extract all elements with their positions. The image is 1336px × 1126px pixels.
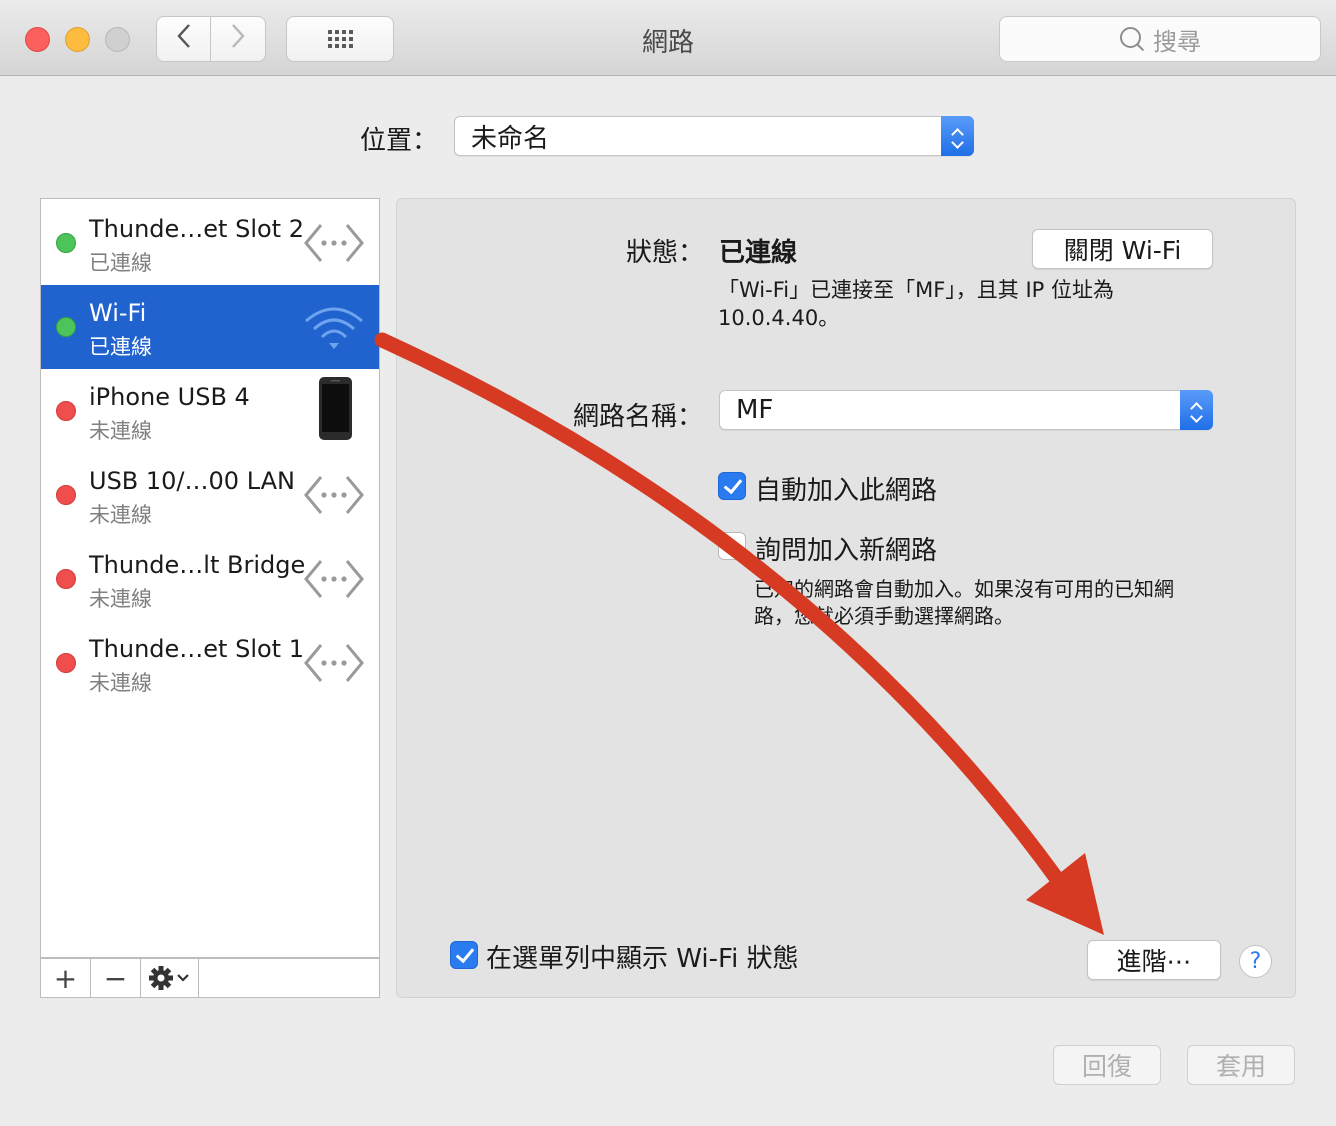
service-status: 未連線 xyxy=(89,419,152,443)
status-description-line: 「Wi-Fi」已連接至「MF」，且其 IP 位址為 xyxy=(718,278,1115,302)
location-popup[interactable]: 未命名 xyxy=(454,116,974,156)
service-status: 已連線 xyxy=(89,251,152,275)
service-name: USB 10/…00 LAN xyxy=(89,467,295,495)
status-dot-connected xyxy=(56,317,76,337)
ethernet-icon xyxy=(304,224,364,262)
service-item-thunderbolt-bridge[interactable]: Thunde…lt Bridge 未連線 xyxy=(41,537,379,621)
iphone-icon xyxy=(319,377,352,440)
service-item-iphone-usb[interactable]: iPhone USB 4 未連線 xyxy=(41,369,379,453)
wifi-icon xyxy=(305,307,363,349)
ask-join-description-line: 已知的網路會自動加入。如果沒有可用的已知網 xyxy=(754,577,1174,601)
service-status: 未連線 xyxy=(89,587,152,611)
apply-button[interactable]: 套用 xyxy=(1187,1045,1295,1085)
ask-join-description: 已知的網路會自動加入。如果沒有可用的已知網 路，您就必須手動選擇網路。 xyxy=(754,576,1194,630)
status-label: 狀態： xyxy=(626,238,705,268)
auto-join-checkbox[interactable] xyxy=(718,472,746,500)
service-status: 未連線 xyxy=(89,671,152,695)
ethernet-icon xyxy=(304,644,364,682)
network-name-popup[interactable]: MF xyxy=(719,390,1213,430)
status-value: 已連線 xyxy=(719,238,798,268)
ethernet-icon xyxy=(304,560,364,598)
network-name-label: 網路名稱： xyxy=(573,402,704,432)
service-list[interactable]: Thunde…et Slot 2 已連線 Wi-Fi 已連線 iPhone US… xyxy=(40,198,380,958)
help-button[interactable]: ? xyxy=(1239,945,1272,978)
ask-join-label: 詢問加入新網路 xyxy=(755,536,938,566)
title-bar: 網路 搜尋 xyxy=(0,0,1336,76)
service-item-usb-lan[interactable]: USB 10/…00 LAN 未連線 xyxy=(41,453,379,537)
ethernet-icon xyxy=(304,476,364,514)
popup-arrows-icon xyxy=(1180,390,1213,430)
search-placeholder: 搜尋 xyxy=(1153,27,1201,56)
service-name: iPhone USB 4 xyxy=(89,383,250,411)
show-in-menubar-checkbox[interactable] xyxy=(450,941,478,969)
status-dot-connected xyxy=(56,233,76,253)
revert-button[interactable]: 回復 xyxy=(1053,1045,1161,1085)
service-status: 未連線 xyxy=(89,503,152,527)
ask-join-description-line: 路，您就必須手動選擇網路。 xyxy=(754,604,1014,628)
auto-join-label: 自動加入此網路 xyxy=(755,476,938,506)
search-icon xyxy=(1119,26,1145,52)
status-dot-disconnected xyxy=(56,485,76,505)
popup-arrows-icon xyxy=(941,116,974,156)
network-name-value: MF xyxy=(736,395,774,425)
service-name: Thunde…et Slot 1 xyxy=(89,635,304,663)
location-label: 位置： xyxy=(360,126,439,156)
service-status: 已連線 xyxy=(89,335,152,359)
status-dot-disconnected xyxy=(56,653,76,673)
advanced-button[interactable]: 進階⋯ xyxy=(1087,940,1221,980)
action-menu-button[interactable] xyxy=(141,959,199,997)
status-dot-disconnected xyxy=(56,569,76,589)
show-in-menubar-label: 在選單列中顯示 Wi-Fi 狀態 xyxy=(486,944,799,974)
turn-wifi-off-button[interactable]: 關閉 Wi-Fi xyxy=(1032,229,1213,269)
service-name: Wi-Fi xyxy=(89,299,147,327)
service-list-toolbar: + − xyxy=(40,958,380,998)
status-description-line: 10.0.4.40。 xyxy=(718,306,840,330)
remove-service-button[interactable]: − xyxy=(91,959,141,997)
service-item-wifi[interactable]: Wi-Fi 已連線 xyxy=(41,285,379,369)
service-item-thunderbolt-slot-2[interactable]: Thunde…et Slot 2 已連線 xyxy=(41,201,379,285)
add-service-button[interactable]: + xyxy=(41,959,91,997)
ask-join-checkbox[interactable] xyxy=(718,532,746,560)
service-name: Thunde…et Slot 2 xyxy=(89,215,304,243)
location-value: 未命名 xyxy=(471,123,550,154)
gear-icon xyxy=(148,966,189,990)
status-description: 「Wi-Fi」已連接至「MF」，且其 IP 位址為 10.0.4.40。 xyxy=(718,276,1188,332)
status-dot-disconnected xyxy=(56,401,76,421)
search-field[interactable]: 搜尋 xyxy=(999,16,1321,62)
service-item-thunderbolt-slot-1[interactable]: Thunde…et Slot 1 未連線 xyxy=(41,621,379,705)
service-name: Thunde…lt Bridge xyxy=(89,551,306,579)
